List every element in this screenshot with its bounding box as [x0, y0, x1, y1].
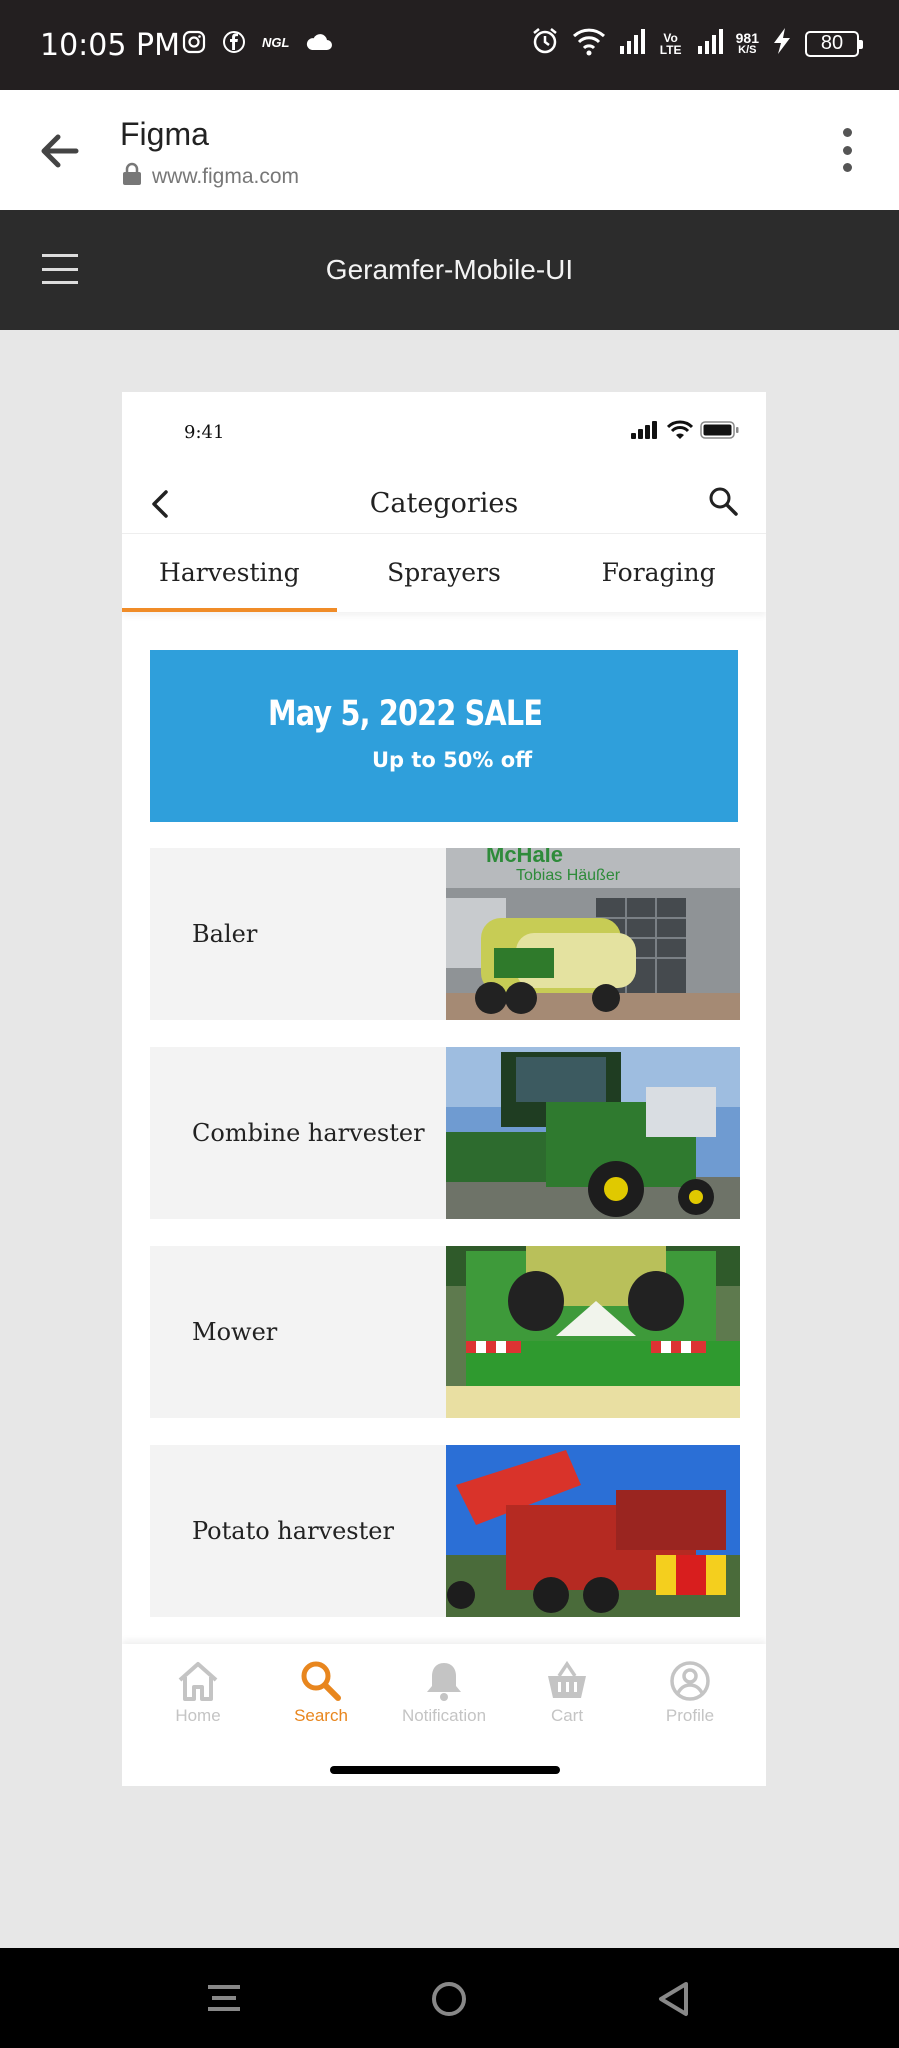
profile-icon [670, 1661, 710, 1701]
category-item-combine-harvester[interactable]: Combine harvester [150, 1047, 740, 1219]
url-text: www.figma.com [152, 165, 300, 188]
combine-harvester-image [446, 1047, 740, 1219]
signal-icon-2 [696, 27, 724, 60]
network-speed-value: 981 [735, 29, 759, 46]
category-tabs: Harvesting Sprayers Foraging [122, 534, 766, 612]
home-circle-icon[interactable] [430, 1980, 468, 2023]
battery-indicator: 80 [805, 30, 863, 57]
network-speed: 981 K/S [735, 29, 759, 56]
figma-toolbar: Geramfer-Mobile-UI [0, 210, 899, 330]
page-title: Figma [120, 116, 209, 152]
battery-icon [700, 420, 740, 445]
category-item-baler[interactable]: Baler McHale Tobias Häußer [150, 848, 740, 1020]
instagram-icon [182, 30, 206, 54]
recent-apps-icon[interactable] [206, 1980, 242, 2021]
more-options-icon[interactable] [841, 128, 853, 172]
bell-icon [427, 1663, 461, 1701]
back-triangle-icon[interactable] [656, 1980, 692, 2023]
home-icon [178, 1662, 218, 1701]
browser-bar: Figma www.figma.com [0, 90, 899, 210]
ngl-icon: NGL [262, 34, 290, 50]
volte-indicator: Vo LTE [659, 30, 682, 57]
category-item-potato-harvester[interactable]: Potato harvester [150, 1445, 740, 1617]
category-label: Baler [192, 920, 258, 948]
basket-icon [548, 1660, 586, 1698]
nav-home-label: Home [175, 1706, 221, 1725]
signal-icon-1 [618, 27, 646, 60]
app-header: Categories [122, 474, 766, 534]
prototype-frame: 9:41 Categories Harvesting Sprayers Fora… [122, 392, 766, 1786]
url-display[interactable]: www.figma.com [122, 162, 299, 192]
nav-profile[interactable]: Profile [630, 1660, 750, 1726]
phone-status-icons [630, 420, 740, 445]
nav-profile-label: Profile [665, 1706, 715, 1725]
tab-sprayers[interactable]: Sprayers [337, 534, 552, 612]
nav-search-label: Search [294, 1706, 348, 1725]
tab-harvesting[interactable]: Harvesting [122, 534, 337, 612]
cellular-icon [630, 421, 660, 444]
mower-image [446, 1246, 740, 1418]
nav-cart[interactable]: Cart [507, 1660, 627, 1726]
baler-brand-text: McHale [486, 848, 563, 867]
category-item-mower[interactable]: Mower [150, 1246, 740, 1418]
network-speed-unit: K/S [738, 43, 757, 56]
tab-foraging[interactable]: Foraging [551, 534, 766, 612]
system-status-bar: 10:05 PM NGL Vo LTE 981 K/S 80 [0, 0, 899, 90]
search-icon[interactable] [706, 484, 742, 520]
nav-home[interactable]: Home [138, 1660, 258, 1726]
nav-search[interactable]: Search [261, 1660, 381, 1726]
back-arrow-icon[interactable] [36, 128, 82, 174]
home-indicator [330, 1766, 560, 1774]
screen-title: Categories [369, 488, 519, 519]
category-label: Mower [192, 1318, 278, 1346]
system-indicators: Vo LTE 981 K/S 80 [530, 26, 863, 61]
potato-harvester-image [446, 1445, 740, 1617]
phone-status-time: 9:41 [184, 422, 225, 443]
charging-icon [771, 27, 793, 60]
facebook-icon [222, 30, 246, 54]
sale-banner[interactable]: May 5, 2022 SALE Up to 50% off [150, 650, 738, 822]
nav-cart-label: Cart [550, 1706, 584, 1725]
lock-icon [122, 162, 142, 192]
sale-banner-subtitle: Up to 50% off [372, 748, 533, 772]
notification-icons: NGL [182, 30, 333, 54]
wifi-icon [666, 420, 694, 445]
baler-image: McHale Tobias Häußer [446, 848, 740, 1020]
category-label: Potato harvester [192, 1517, 394, 1545]
category-label: Combine harvester [192, 1119, 425, 1147]
nav-notification-label: Notification [401, 1706, 487, 1725]
sale-banner-title: May 5, 2022 SALE [268, 694, 543, 734]
system-navigation-bar [0, 1948, 899, 2048]
file-title: Geramfer-Mobile-UI [325, 254, 574, 285]
cloud-icon [305, 32, 333, 52]
system-time: 10:05 PM [40, 28, 180, 63]
bottom-navigation: Home Search Notification Cart Profile [122, 1644, 766, 1786]
search-icon [301, 1661, 341, 1701]
nav-notification[interactable]: Notification [384, 1660, 504, 1726]
baler-dealer-text: Tobias Häußer [516, 867, 621, 884]
alarm-icon [530, 26, 560, 61]
wifi-icon [572, 26, 606, 61]
